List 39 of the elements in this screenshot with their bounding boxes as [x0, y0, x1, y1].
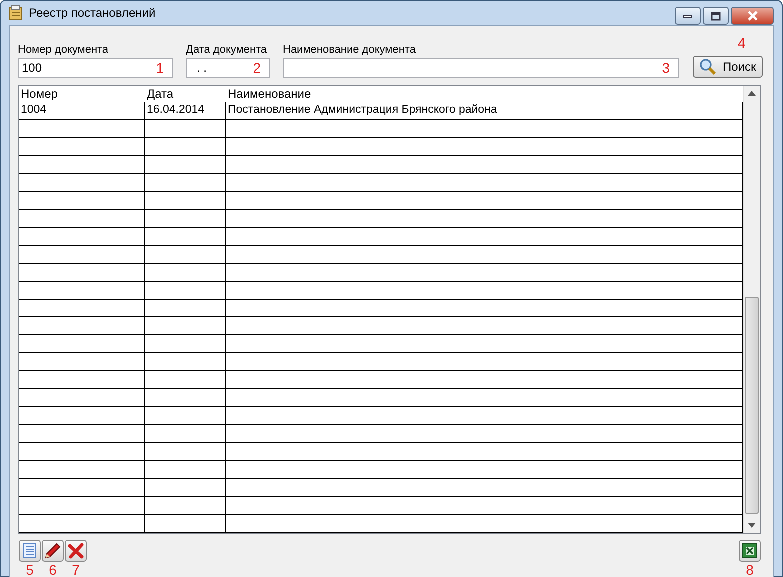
- table-cell: Постановление Администрация Брянского района: [226, 102, 743, 120]
- spreadsheet-icon: [742, 543, 758, 559]
- maximize-icon: [711, 12, 721, 20]
- field-label: Наименование документа: [283, 44, 417, 57]
- maximize-button[interactable]: [703, 7, 729, 25]
- column-header: Номер: [20, 86, 59, 102]
- minimize-button[interactable]: [675, 7, 701, 25]
- pencil-icon: [45, 543, 61, 559]
- annotation-number: 3: [662, 61, 670, 75]
- scroll-thumb[interactable]: [745, 297, 759, 514]
- export-button[interactable]: [739, 540, 761, 562]
- delete-button[interactable]: [65, 540, 87, 562]
- delete-icon: [68, 543, 84, 559]
- annotation-number: 7: [72, 563, 80, 577]
- column-header: Дата: [146, 86, 175, 102]
- scrollbar[interactable]: [743, 86, 760, 533]
- close-icon: [746, 11, 758, 21]
- annotation-number: 6: [49, 563, 57, 577]
- app-icon: [8, 5, 24, 21]
- document-icon: [23, 543, 37, 559]
- annotation-number: 8: [746, 563, 754, 577]
- search-icon: [699, 58, 717, 76]
- column-header: Наименование: [227, 86, 312, 102]
- field-label: Дата документа: [186, 44, 268, 57]
- input-field[interactable]: [283, 58, 679, 78]
- scroll-down-arrow-icon[interactable]: [748, 523, 756, 528]
- annotation-number: 4: [738, 36, 746, 50]
- edit-button[interactable]: [42, 540, 64, 562]
- annotation-number: 2: [253, 61, 261, 75]
- minimize-icon: [683, 13, 693, 19]
- table-cell: 16.04.2014: [145, 102, 226, 120]
- scroll-up-arrow-icon[interactable]: [748, 91, 756, 96]
- table-cell: 1004: [19, 102, 145, 120]
- annotation-number: 5: [26, 563, 34, 577]
- field-label: Номер документа: [18, 44, 110, 57]
- close-button[interactable]: [731, 7, 774, 25]
- search-button[interactable]: Поиск: [693, 56, 763, 78]
- window-title: Реестр постановлений: [29, 5, 156, 22]
- annotation-number: 1: [156, 61, 164, 75]
